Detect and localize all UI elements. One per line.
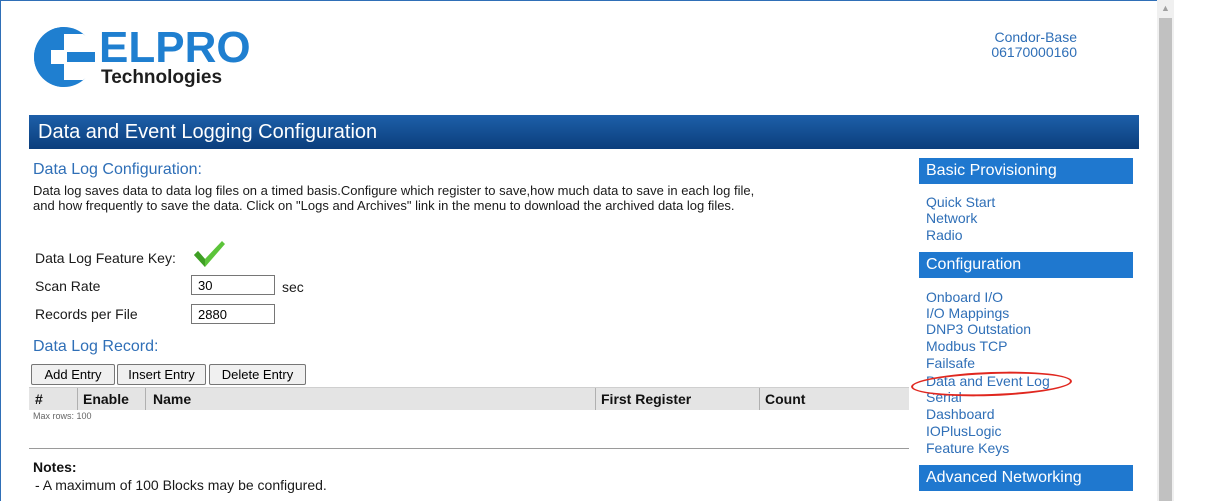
sidebar-link-dashboard[interactable]: Dashboard [926, 407, 995, 421]
description-line-2: and how frequently to save the data. Cli… [33, 198, 735, 213]
records-per-file-input[interactable] [191, 304, 275, 324]
page-title-bar: Data and Event Logging Configuration [29, 115, 1139, 149]
col-separator [77, 388, 78, 410]
sidebar-link-dnp3-outstation[interactable]: DNP3 Outstation [926, 322, 1031, 336]
browser-frame: ELPRO Technologies Condor-Base 061700001… [0, 0, 1157, 501]
data-log-record-title: Data Log Record: [33, 338, 159, 355]
page-title: Data and Event Logging Configuration [38, 121, 378, 143]
brand-subtitle: Technologies [101, 67, 223, 88]
data-log-description: Data log saves data to data log files on… [33, 183, 883, 213]
delete-entry-button[interactable]: Delete Entry [209, 364, 306, 385]
col-separator [759, 388, 760, 410]
col-separator [145, 388, 146, 410]
data-log-section-title: Data Log Configuration: [33, 161, 202, 178]
sidebar-link-quick-start[interactable]: Quick Start [926, 195, 995, 209]
sidebar-link-feature-keys[interactable]: Feature Keys [926, 441, 1009, 455]
insert-entry-button[interactable]: Insert Entry [117, 364, 206, 385]
notes-title: Notes: [33, 459, 77, 475]
col-header-enable: Enable [83, 391, 129, 407]
sidebar-header-advanced-networking: Advanced Networking [919, 465, 1133, 491]
sidebar-link-onboard-io[interactable]: Onboard I/O [926, 290, 1003, 304]
vertical-scrollbar[interactable]: ▲ [1157, 0, 1174, 501]
sidebar-link-ioplus-logic[interactable]: IOPlusLogic [926, 424, 1001, 438]
scroll-up-arrow-icon[interactable]: ▲ [1157, 0, 1174, 17]
sidebar-link-io-mappings[interactable]: I/O Mappings [926, 306, 1009, 320]
scan-rate-label: Scan Rate [35, 278, 101, 294]
sidebar-header-configuration: Configuration [919, 252, 1133, 278]
scrollbar-thumb[interactable] [1159, 18, 1172, 501]
device-name: Condor-Base [994, 29, 1078, 45]
elpro-logo: ELPRO Technologies [33, 23, 251, 91]
feature-key-label: Data Log Feature Key: [35, 250, 176, 266]
scan-rate-unit: sec [282, 279, 304, 295]
sidebar-header-basic-provisioning: Basic Provisioning [919, 158, 1133, 184]
device-serial: 06170000160 [991, 44, 1077, 60]
add-entry-button[interactable]: Add Entry [31, 364, 115, 385]
checkmark-icon [194, 241, 225, 267]
sidebar-header-label: Basic Provisioning [926, 162, 1057, 179]
col-header-count: Count [765, 391, 806, 407]
sidebar-link-failsafe[interactable]: Failsafe [926, 356, 975, 370]
record-table-header: # Enable Name First Register Count [29, 387, 909, 410]
col-header-number: # [35, 391, 43, 407]
description-line-1: Data log saves data to data log files on… [33, 183, 755, 198]
sidebar-header-label: Advanced Networking [926, 469, 1082, 486]
sidebar-header-label: Configuration [926, 256, 1022, 273]
col-header-first-register: First Register [601, 391, 692, 407]
records-per-file-label: Records per File [35, 306, 138, 322]
sidebar-link-modbus-tcp[interactable]: Modbus TCP [926, 339, 1007, 353]
device-info: Condor-Base 06170000160 [991, 30, 1077, 60]
blank-margin [1174, 0, 1225, 501]
sidebar-link-radio[interactable]: Radio [926, 228, 963, 242]
note-item: - A maximum of 100 Blocks may be configu… [35, 477, 327, 493]
col-separator [595, 388, 596, 410]
max-rows-note: Max rows: 100 [33, 411, 92, 421]
elpro-logo-icon [34, 27, 95, 87]
brand-name: ELPRO [99, 23, 251, 72]
divider [29, 448, 909, 449]
sidebar-link-network[interactable]: Network [926, 211, 977, 225]
scan-rate-input[interactable] [191, 275, 275, 295]
col-header-name: Name [153, 391, 192, 407]
